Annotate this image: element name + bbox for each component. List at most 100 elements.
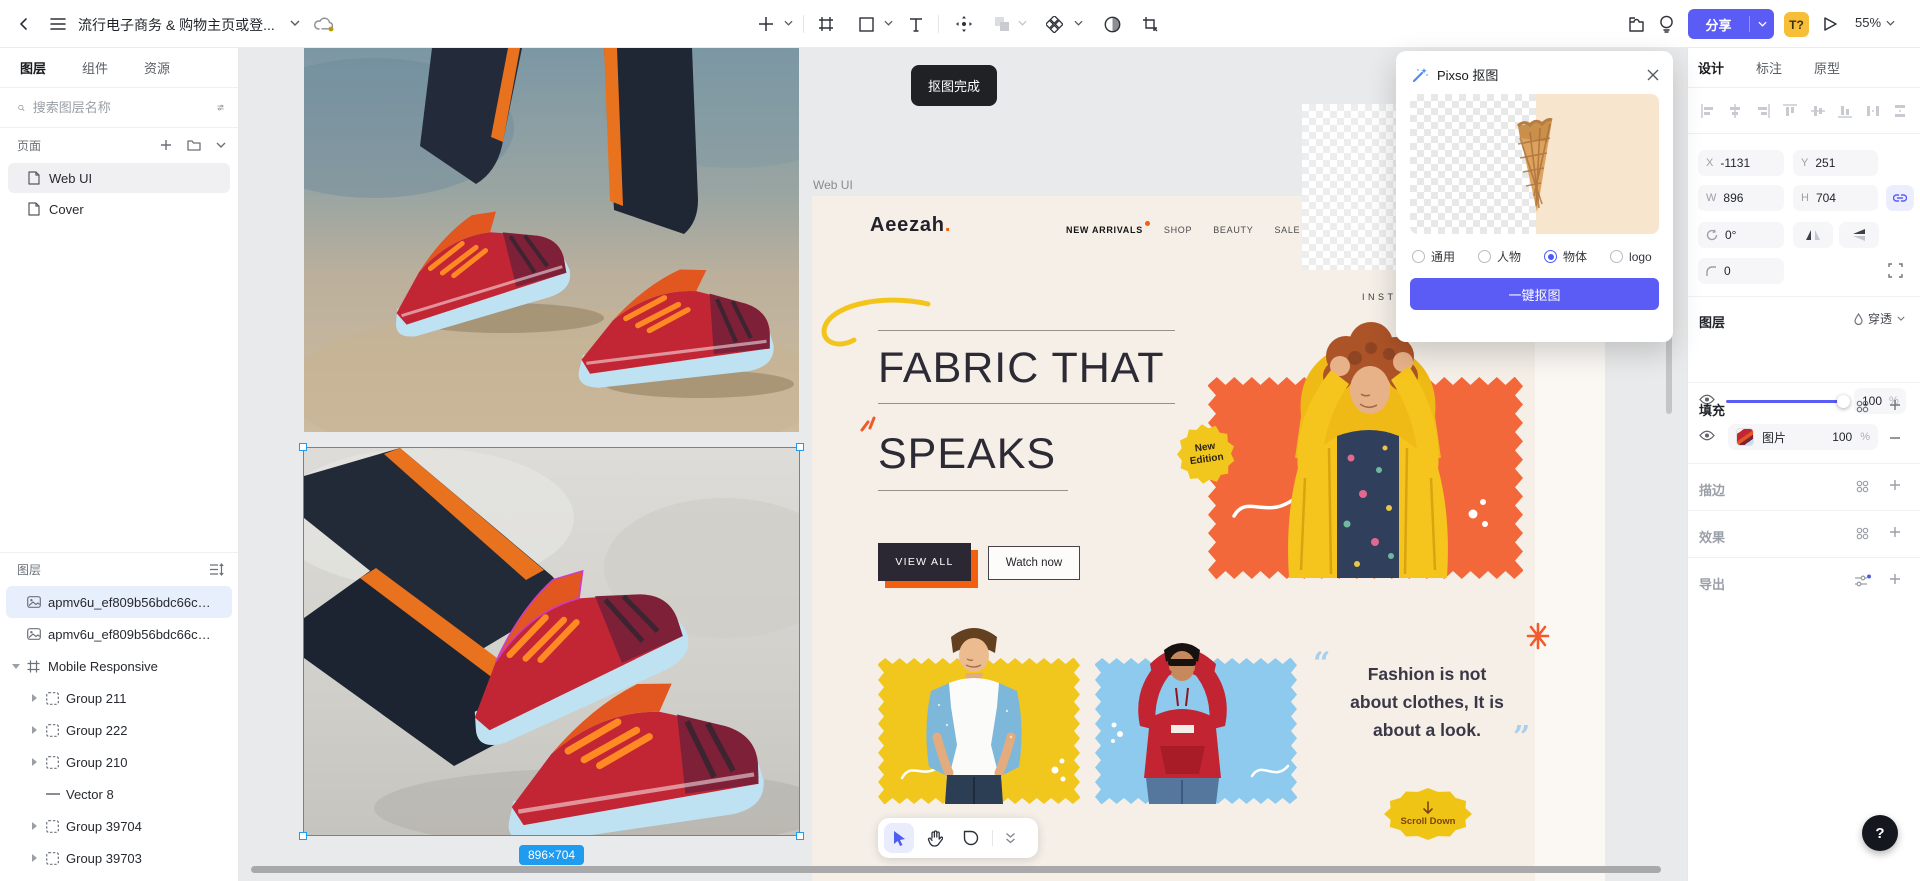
share-button[interactable]: 分享 — [1688, 9, 1774, 39]
fill-image-thumbnail[interactable] — [1736, 428, 1754, 446]
move-tool-button[interactable] — [950, 10, 978, 38]
y-position-field[interactable]: Y251 — [1793, 150, 1878, 176]
boolean-tool-button[interactable] — [988, 10, 1016, 38]
nav-sale[interactable]: SALE — [1274, 225, 1300, 235]
align-right-icon[interactable] — [1755, 103, 1771, 119]
close-icon[interactable] — [1647, 69, 1659, 81]
align-v-center-icon[interactable] — [1810, 103, 1826, 119]
tab-annotate[interactable]: 标注 — [1756, 58, 1782, 77]
nav-beauty[interactable]: BEAUTY — [1213, 225, 1253, 235]
canvas-image-sneakers-top[interactable] — [304, 48, 799, 432]
caret-right-icon[interactable] — [30, 854, 38, 862]
frame-tool-button[interactable] — [812, 10, 840, 38]
width-field[interactable]: W896 — [1698, 185, 1784, 211]
tab-layers[interactable]: 图层 — [20, 58, 46, 77]
caret-right-icon[interactable] — [30, 694, 38, 702]
folder-icon[interactable] — [187, 139, 201, 151]
distribute-horizontal-icon[interactable] — [1865, 103, 1881, 119]
flip-horizontal-button[interactable] — [1793, 222, 1833, 248]
layer-row-vector[interactable]: Vector 8 — [6, 778, 232, 810]
caret-right-icon[interactable] — [30, 822, 38, 830]
canvas-image-sneakers-bottom[interactable] — [304, 448, 799, 835]
layer-row-group[interactable]: Group 39704 — [6, 810, 232, 842]
avatar[interactable]: T? — [1784, 12, 1809, 37]
caret-right-icon[interactable] — [30, 726, 38, 734]
component-tool-dropdown[interactable] — [1074, 20, 1083, 26]
rotation-field[interactable]: 0° — [1698, 222, 1784, 248]
component-tool-button[interactable] — [1040, 10, 1068, 38]
caret-right-icon[interactable] — [30, 758, 38, 766]
title-dropdown[interactable] — [290, 20, 300, 26]
stroke-style-library-icon[interactable] — [1856, 480, 1869, 493]
page-item-cover[interactable]: Cover — [8, 194, 230, 224]
scroll-down-badge[interactable]: Scroll Down — [1384, 788, 1472, 840]
collapse-pages-icon[interactable] — [216, 142, 226, 148]
fill-row[interactable]: 图片 100 % — [1728, 424, 1878, 450]
horizontal-scrollbar[interactable] — [251, 866, 1661, 873]
effects-style-library-icon[interactable] — [1856, 527, 1869, 540]
layer-row-frame[interactable]: Mobile Responsive — [6, 650, 232, 682]
select-tool-button[interactable] — [884, 823, 914, 853]
whats-new-button[interactable] — [1652, 10, 1680, 38]
help-button[interactable]: ? — [1862, 815, 1898, 851]
back-button[interactable] — [10, 10, 38, 38]
radio-logo[interactable]: logo — [1610, 248, 1652, 265]
tab-components[interactable]: 组件 — [82, 58, 108, 77]
add-export-icon[interactable] — [1889, 573, 1901, 585]
present-button[interactable] — [1816, 10, 1844, 38]
layer-row-group[interactable]: Group 210 — [6, 746, 232, 778]
view-all-button[interactable]: VIEW ALL — [878, 543, 971, 581]
tab-resources[interactable]: 资源 — [144, 58, 170, 77]
page-item-web-ui[interactable]: Web UI — [8, 163, 230, 193]
tab-prototype[interactable]: 原型 — [1814, 58, 1840, 77]
slider-knob[interactable] — [1837, 395, 1850, 408]
blend-mode-dropdown[interactable]: 穿透 — [1854, 310, 1905, 327]
mask-tool-button[interactable] — [1098, 10, 1126, 38]
add-fill-icon[interactable] — [1889, 399, 1901, 411]
layer-row-group[interactable]: Group 222 — [6, 714, 232, 746]
layer-sort-icon[interactable] — [209, 563, 224, 576]
align-left-icon[interactable] — [1700, 103, 1716, 119]
layer-row-image-2[interactable]: apmv6u_ef809b56bdc66c743... — [6, 618, 232, 650]
radio-object[interactable]: 物体 — [1544, 248, 1587, 265]
watch-now-button[interactable]: Watch now — [988, 546, 1080, 580]
add-stroke-icon[interactable] — [1889, 479, 1901, 491]
fill-visibility-eye-icon[interactable] — [1699, 430, 1715, 441]
transparent-image-on-canvas[interactable] — [1302, 104, 1398, 270]
fill-style-library-icon[interactable] — [1856, 400, 1869, 413]
x-position-field[interactable]: X-1131 — [1698, 150, 1784, 176]
zoom-control[interactable]: 55% — [1855, 15, 1895, 30]
cloud-sync-icon[interactable] — [310, 10, 338, 38]
collapse-toolbar-button[interactable] — [999, 823, 1021, 853]
align-top-icon[interactable] — [1782, 103, 1798, 119]
export-settings-icon[interactable] — [1854, 574, 1871, 588]
radio-person[interactable]: 人物 — [1478, 248, 1521, 265]
corner-radius-field[interactable]: 0 — [1698, 258, 1784, 284]
boolean-tool-dropdown[interactable] — [1018, 20, 1027, 26]
constrain-proportions-button[interactable] — [1886, 185, 1914, 211]
independent-corners-button[interactable] — [1888, 263, 1903, 278]
comment-tool-button[interactable] — [956, 823, 986, 853]
document-title[interactable]: 流行电子商务 & 购物主页或登... — [78, 15, 275, 35]
add-page-icon[interactable] — [160, 139, 172, 151]
plugins-button[interactable] — [1622, 10, 1650, 38]
filter-icon[interactable] — [217, 101, 224, 114]
height-field[interactable]: H704 — [1793, 185, 1878, 211]
opacity-slider[interactable] — [1726, 400, 1844, 403]
crop-tool-button[interactable] — [1136, 10, 1164, 38]
layer-row-image-1[interactable]: apmv6u_ef809b56bdc66c743... — [6, 586, 232, 618]
remove-fill-icon[interactable] — [1889, 436, 1901, 440]
main-menu-button[interactable] — [44, 10, 72, 38]
align-bottom-icon[interactable] — [1837, 103, 1853, 119]
frame-name-label[interactable]: Web UI — [813, 178, 853, 192]
distribute-vertical-icon[interactable] — [1892, 103, 1908, 119]
text-tool-button[interactable] — [902, 10, 930, 38]
add-effect-icon[interactable] — [1889, 526, 1901, 538]
insert-tool-button[interactable] — [752, 10, 780, 38]
caret-down-icon[interactable] — [12, 664, 20, 669]
nav-shop[interactable]: SHOP — [1164, 225, 1192, 235]
shape-tool-button[interactable] — [852, 10, 880, 38]
search-input[interactable] — [33, 100, 209, 115]
insert-tool-dropdown[interactable] — [784, 20, 793, 26]
radio-general[interactable]: 通用 — [1412, 248, 1455, 265]
